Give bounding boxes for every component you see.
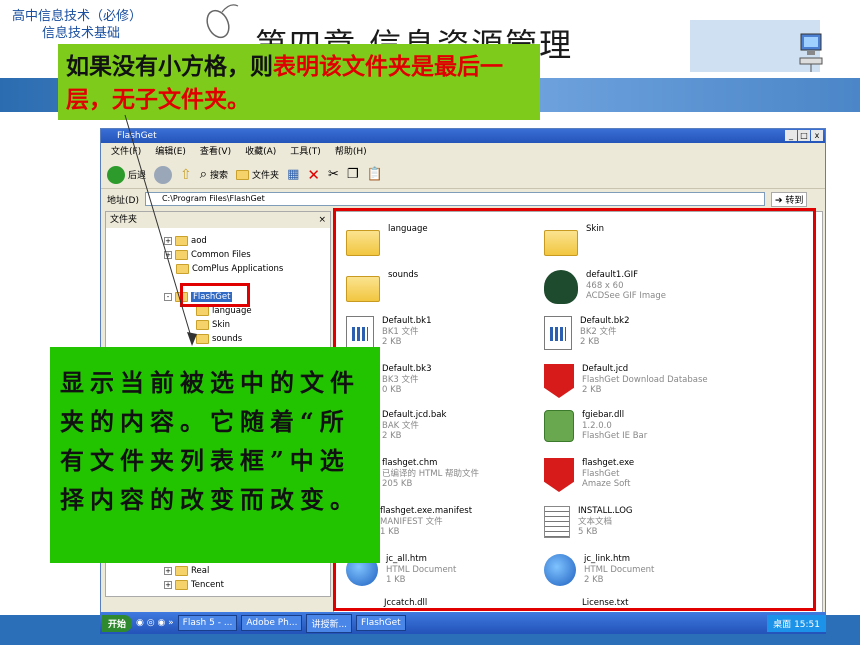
close-pane-icon[interactable]: × (318, 212, 326, 228)
folders-button[interactable]: 文件夹 (236, 168, 279, 181)
menu-view[interactable]: 查看(V) (200, 143, 231, 161)
go-label: 转到 (785, 195, 804, 206)
task-photoshop[interactable]: Adobe Ph... (241, 615, 303, 631)
callout-folder-contents: 显示当前被选中的文件夹的内容。它随着“所有文件夹列表框”中选择内容的改变而改变。 (50, 347, 380, 563)
course-label: 高中信息技术（必修） 信息技术基础 (12, 8, 142, 42)
copy-icon[interactable]: ❐ (347, 167, 359, 182)
expand-icon[interactable]: + (164, 581, 172, 589)
tree-item[interactable]: sounds (196, 334, 242, 344)
menu-help[interactable]: 帮助(H) (335, 143, 367, 161)
callout-no-subfolder: 如果没有小方格，则表明该文件夹是最后一层，无子文件夹。 (58, 44, 540, 120)
menubar: 文件(F) 编辑(E) 查看(V) 收藏(A) 工具(T) 帮助(H) (101, 143, 825, 161)
tree-label: sounds (212, 334, 243, 344)
search-label: 搜索 (210, 171, 229, 181)
cut-icon[interactable]: ✂ (328, 167, 339, 182)
menu-tools[interactable]: 工具(T) (290, 143, 321, 161)
course-line2: 信息技术基础 (42, 26, 121, 41)
callout-left-text: 显示当前被选中的文件夹的内容。它随着“所有文件夹列表框”中选择内容的改变而改变。 (60, 368, 360, 514)
task-flashget[interactable]: FlashGet (356, 615, 406, 631)
tree-item[interactable]: + Tencent (164, 580, 224, 590)
file-list-highlight (333, 208, 816, 611)
minimize-icon[interactable]: _ (785, 130, 797, 141)
tree-item[interactable]: language (196, 306, 252, 316)
tree-label: Skin (212, 320, 231, 330)
expand-icon[interactable]: + (164, 567, 172, 575)
tree-item[interactable]: Skin (196, 320, 230, 330)
folders-icon (236, 169, 250, 180)
menu-favorites[interactable]: 收藏(A) (245, 143, 276, 161)
go-button[interactable]: ➔ 转到 (770, 191, 808, 207)
system-tray: 桌面 15:51 (767, 614, 826, 632)
clock: 15:51 (794, 619, 820, 630)
tree-label: Real (191, 566, 210, 576)
address-bar: 地址(D) C:\Program Files\FlashGet ➔ 转到 (101, 189, 825, 209)
desktop-toolbar[interactable]: 桌面 (773, 620, 791, 630)
window-titlebar[interactable]: FlashGet _ □ x (101, 129, 825, 143)
toolbar: 后退 ⇧ ⌕ 搜索 文件夹 ▦ ✕ ✂ ❐ 📋 (101, 161, 825, 189)
quicklaunch-icon[interactable]: ◉ ◎ ◉ » (136, 618, 174, 628)
close-icon[interactable]: x (811, 130, 823, 141)
folders-label: 文件夹 (252, 171, 280, 181)
folder-icon (175, 580, 188, 590)
paste-icon[interactable]: 📋 (367, 167, 383, 182)
pointer-arrow-icon (124, 114, 197, 346)
course-line1: 高中信息技术（必修） (12, 9, 143, 24)
folder-icon (175, 566, 188, 576)
search-button[interactable]: ⌕ 搜索 (200, 167, 228, 182)
task-lecture[interactable]: 讲授新... (306, 613, 353, 633)
maximize-icon[interactable]: □ (798, 130, 810, 141)
tree-label: ComPlus Applications (192, 264, 284, 274)
taskbar: 开始 ◉ ◎ ◉ » Flash 5 - ... Adobe Ph... 讲授新… (100, 612, 826, 634)
tree-item[interactable]: + Real (164, 566, 209, 576)
search-icon: ⌕ (199, 167, 208, 182)
network-computer-icon (799, 33, 823, 72)
views-icon[interactable]: ▦ (287, 167, 299, 182)
delete-icon[interactable]: ✕ (307, 166, 320, 184)
callout-top-text: 如果没有小方格，则 (66, 53, 273, 80)
address-input[interactable]: C:\Program Files\FlashGet (144, 192, 765, 206)
start-button[interactable]: 开始 (102, 614, 133, 632)
tree-label: Tencent (191, 580, 224, 590)
tree-label: language (212, 306, 252, 316)
task-flash[interactable]: Flash 5 - ... (177, 615, 238, 631)
mouse-icon (206, 4, 239, 39)
